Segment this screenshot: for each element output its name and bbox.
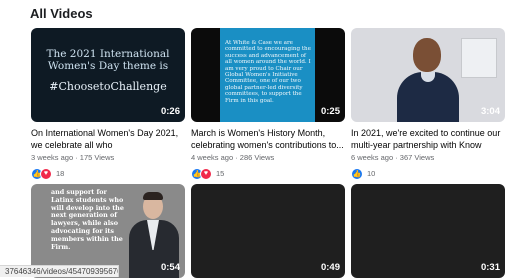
background-window [461,38,497,78]
video-card[interactable]: 3:04 In 2021, we're excited to continue … [351,28,505,180]
section-title: All Videos [30,6,93,21]
thumbnail-text: The 2021 International Women's Day theme… [46,48,170,72]
video-duration: 3:04 [480,106,500,117]
thumbnail-panel: At White & Case we are committed to enco… [220,28,315,122]
reactions[interactable]: 👍 10 [351,167,505,180]
video-meta: 4 weeks ago · 286 Views [191,153,275,162]
love-icon: ♥ [200,167,212,180]
video-duration: 0:54 [160,262,180,273]
video-duration: 0:31 [480,262,500,273]
video-title[interactable]: On International Women's Day 2021, we ce… [31,127,185,151]
person-head [413,38,441,72]
thumbnail-hashtag: #ChoosetoChallenge [49,80,167,93]
video-card[interactable]: 0:49 [191,184,345,278]
video-duration: 0:25 [320,106,340,117]
reactions[interactable]: 👍 ♥ 18 [31,167,185,180]
video-card[interactable]: 0:31 [351,184,505,278]
reaction-count: 18 [56,169,65,178]
video-duration: 0:49 [320,262,340,273]
video-card[interactable]: The 2021 International Women's Day theme… [31,28,185,180]
video-thumbnail[interactable]: and support for Latinx students who will… [31,184,185,278]
video-meta: 6 weeks ago · 367 Views [351,153,435,162]
video-thumbnail[interactable]: 0:31 [351,184,505,278]
reaction-count: 10 [367,169,376,178]
video-thumbnail[interactable]: At White & Case we are committed to enco… [191,28,345,122]
status-bar-url: 37646346/videos/454709395676350 [0,265,119,277]
thumbnail-text: At White & Case we are committed to enco… [225,40,311,104]
video-card[interactable]: and support for Latinx students who will… [31,184,185,278]
reaction-count: 15 [216,169,225,178]
love-icon: ♥ [40,167,52,180]
person-hair [143,192,163,200]
video-title[interactable]: In 2021, we're excited to continue our m… [351,127,505,151]
video-thumbnail[interactable]: 3:04 [351,28,505,122]
video-thumbnail[interactable]: 0:49 [191,184,345,278]
video-card[interactable]: At White & Case we are committed to enco… [191,28,345,180]
video-thumbnail[interactable]: The 2021 International Women's Day theme… [31,28,185,122]
video-meta: 3 weeks ago · 175 Views [31,153,115,162]
thumbnail-text: and support for Latinx students who will… [51,188,124,251]
video-title[interactable]: March is Women's History Month, celebrat… [191,127,345,151]
like-icon: 👍 [351,167,363,180]
reactions[interactable]: 👍 ♥ 15 [191,167,345,180]
video-duration: 0:26 [160,106,180,117]
